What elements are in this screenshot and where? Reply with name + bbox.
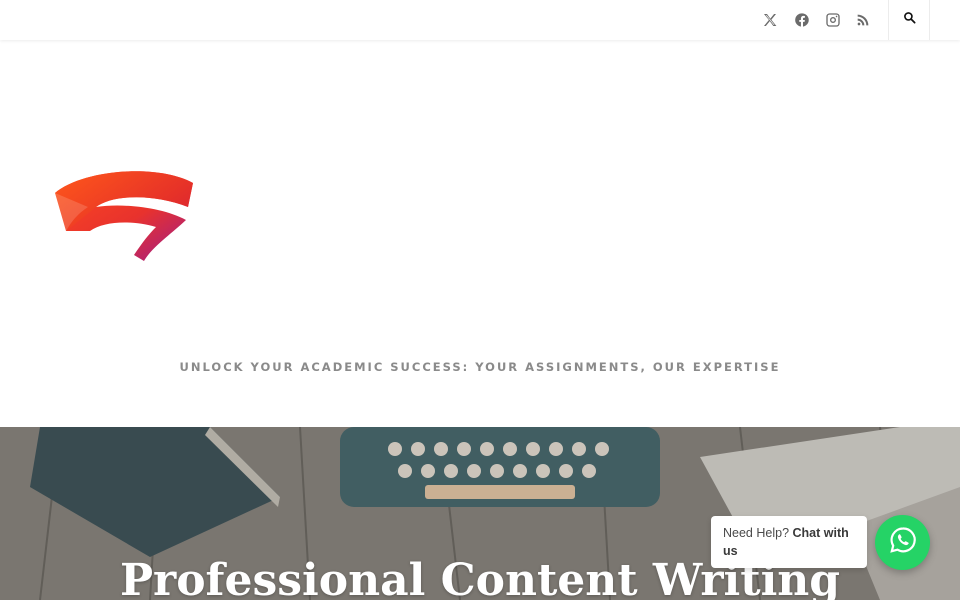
instagram-icon[interactable]: [818, 0, 848, 40]
site-tagline: UNLOCK YOUR ACADEMIC SUCCESS: YOUR ASSIG…: [179, 360, 781, 374]
hero-banner: Professional Content Writing: [0, 427, 960, 600]
whatsapp-chat-button[interactable]: [875, 515, 930, 570]
whatsapp-icon: [887, 524, 919, 561]
search-icon: [903, 11, 916, 29]
facebook-icon[interactable]: [787, 0, 817, 40]
site-logo[interactable]: [52, 165, 197, 265]
search-button[interactable]: [888, 0, 930, 40]
top-bar: [0, 0, 960, 40]
rss-icon[interactable]: [848, 0, 878, 40]
chat-help-bubble[interactable]: Need Help? Chat with us: [711, 516, 867, 568]
x-twitter-icon[interactable]: [755, 0, 785, 40]
chat-help-prefix: Need Help?: [723, 526, 793, 540]
